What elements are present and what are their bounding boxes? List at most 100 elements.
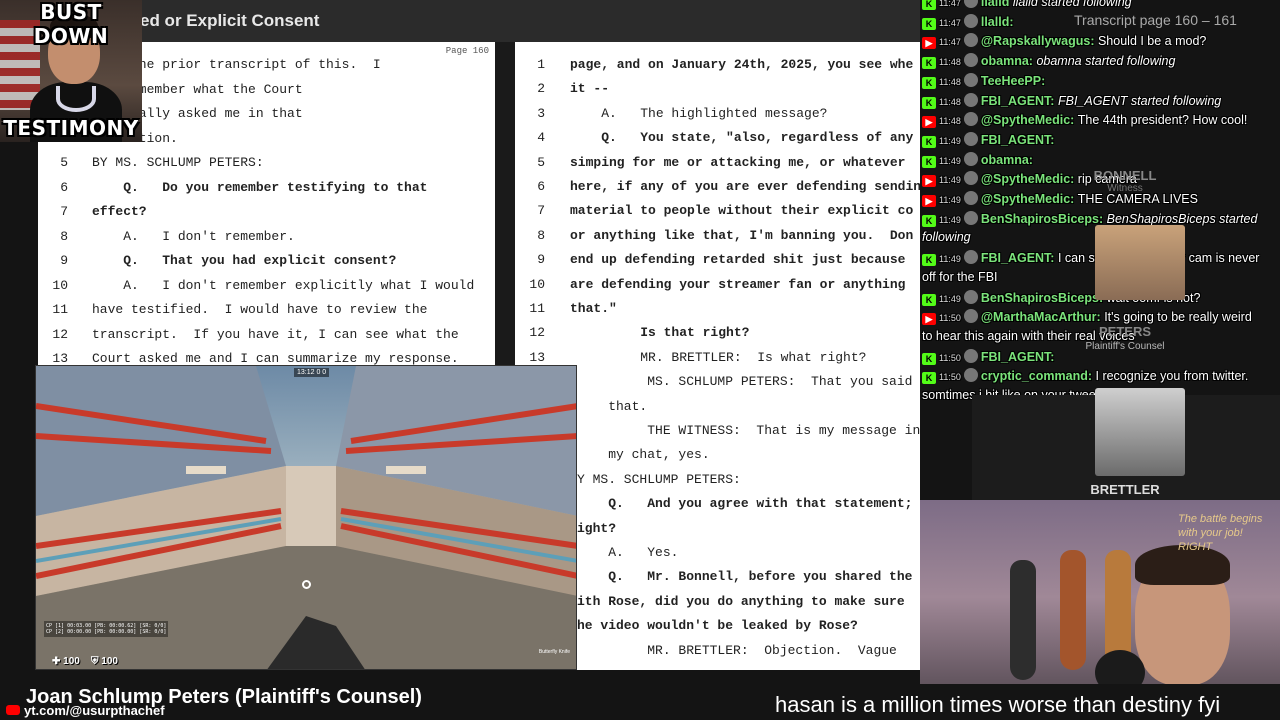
chat-timestamp: 11:48 [939, 57, 961, 68]
chat-username[interactable]: @MarthaMacArthur: [981, 310, 1101, 324]
line-text: or anything like that, I'm banning you. … [570, 227, 914, 243]
line-text: simping for me or attacking me, or whate… [570, 154, 906, 170]
avatar [963, 151, 978, 166]
bonnell-tile-sub: Witness [1107, 183, 1143, 194]
line-text: A. The highlighted message? [570, 105, 828, 121]
chat-timestamp: 11:47 [939, 17, 961, 28]
chat-message-body: I recognize you from twitter. [1095, 369, 1249, 384]
avatar [963, 348, 978, 363]
chat-timestamp: 11:48 [939, 116, 961, 127]
chat-message-continuation: following [922, 230, 971, 244]
chat-username[interactable]: obamna: [981, 54, 1033, 68]
line-number: 10 [52, 277, 68, 293]
line-text: material to people without their explici… [570, 203, 914, 219]
chat-message-body: It's going to be really weird [1104, 310, 1252, 325]
line-number: 7 [60, 204, 68, 219]
webcam-poster-text: The battle begins with your job! RIGHT [1178, 513, 1263, 553]
kick-icon: K [922, 352, 936, 365]
avatar [963, 210, 978, 225]
kick-icon: K [922, 135, 936, 148]
kick-icon: K [922, 57, 936, 70]
hud-checkpoint-stats: CP [1] 00:03.00 [PB: 00:00.62] [SR: 0/0]… [44, 621, 169, 637]
chat-message: K 11:47 llalld llalld started following [922, 0, 1132, 10]
chat-message-body: following [922, 230, 971, 245]
line-number: 5 [537, 154, 545, 170]
line-text: Is that right? [570, 325, 750, 341]
line-text: are defending your streamer fan or anyth… [570, 276, 906, 292]
line-text: my chat, yes. [577, 447, 710, 463]
line-number: 11 [52, 302, 68, 317]
armor-icon: ⛨ [90, 656, 99, 667]
chat-timestamp: 11:50 [939, 352, 961, 363]
line-text: have testified. I would have to review t… [92, 302, 428, 317]
avatar [963, 289, 978, 304]
chain-graphic [56, 86, 96, 112]
ticker-message: hasan is a million times worse than dest… [775, 692, 1221, 717]
chat-username[interactable]: @SpytheMedic: [981, 192, 1074, 206]
chat-username[interactable]: llalld: [981, 15, 1014, 29]
chat-message: K 11:49 obamna: [922, 151, 1033, 168]
crosshair-icon [302, 580, 311, 589]
chat-username[interactable]: @Rapskallywagus: [981, 34, 1095, 48]
avatar [963, 250, 978, 265]
line-text: Court asked me and I can summarize my re… [92, 351, 459, 366]
chat-message: K 11:48 TeeHeePP: [922, 72, 1045, 89]
chat-timestamp: 11:49 [939, 254, 961, 265]
chat-username[interactable]: TeeHeePP: [981, 74, 1045, 88]
chat-username[interactable]: FBI_AGENT: [981, 350, 1055, 364]
game-overlay: 13:12 0 0 CP [1] 00:03.00 [PB: 00:00.62]… [35, 365, 577, 670]
chat-username[interactable]: llalld [981, 0, 1009, 9]
youtube-handle[interactable]: yt.com/@usurpthachef [6, 703, 165, 718]
chat-username[interactable]: BenShapirosBiceps: [981, 212, 1103, 226]
kick-icon: K [922, 254, 936, 267]
line-number: 12 [529, 325, 545, 341]
youtube-icon: ▶ [922, 313, 936, 326]
chat-timestamp: 11:47 [939, 37, 961, 48]
avatar [963, 53, 978, 68]
line-number: 2 [537, 81, 545, 97]
guitar-graphic [1010, 560, 1036, 680]
chat-message: K 11:47 llalld: [922, 13, 1014, 30]
line-text: BY MS. SCHLUMP PETERS: [92, 155, 264, 170]
chat-timestamp: 11:50 [939, 313, 961, 324]
chat-timestamp: 11:47 [939, 0, 961, 8]
chat-username[interactable]: FBI_AGENT: [981, 251, 1055, 265]
chat-username[interactable]: cryptic_command: [981, 369, 1092, 383]
chat-message: K 11:50 cryptic_command: I recognize you f… [922, 368, 1249, 385]
chat-timestamp: 11:50 [939, 372, 961, 383]
line-text: Y MS. SCHLUMP PETERS: [577, 471, 741, 487]
chat-message: K 11:48 obamna: obamna started following [922, 53, 1175, 70]
line-text: that." [570, 301, 617, 316]
line-number: 4 [537, 130, 545, 146]
chat-username[interactable]: @SpytheMedic: [981, 113, 1074, 127]
chat-username[interactable]: BenShapirosBiceps: [981, 291, 1103, 305]
chat-message: K 11:49 FBI_AGENT: [922, 131, 1055, 148]
line-text: transcript. If you have it, I can see wh… [92, 326, 459, 342]
chat-username[interactable]: FBI_AGENT: [981, 133, 1055, 147]
brettler-tile-label: BRETTLER [1090, 482, 1160, 497]
line-number: 12 [52, 326, 68, 342]
streamer-thumbnail: BUST DOWN TESTIMONY [0, 0, 142, 142]
chat-message-continuation: off for the FBI [922, 270, 998, 284]
chat-timestamp: 11:49 [939, 175, 961, 186]
line-number: 8 [60, 228, 68, 244]
line-text: it -- [570, 81, 610, 97]
line-text: he video wouldn't be leaked by Rose? [577, 618, 858, 634]
line-number: 7 [537, 203, 545, 219]
line-text: MR. BRETTLER: Objection. Vague [577, 642, 897, 658]
kick-icon: K [922, 155, 936, 168]
chat-username[interactable]: obamna: [981, 153, 1033, 167]
peters-tile-label: PETERS [1098, 324, 1151, 339]
chat-username[interactable]: FBI_AGENT: [981, 94, 1055, 108]
chat-message-body: Should I be a mod? [1097, 34, 1207, 49]
bonnell-tile-label: BONNELL [1093, 168, 1157, 183]
chat-message: ▶ 11:47 @Rapskallywagus: Should I be a mod… [922, 33, 1207, 50]
avatar [963, 131, 978, 146]
chat-timestamp: 11:48 [939, 76, 961, 87]
hud-round-timer: 13:12 0 0 [294, 368, 330, 377]
chat-message-body: off for the FBI [922, 269, 998, 284]
line-text: Q. Mr. Bonnell, before you shared the [577, 569, 913, 585]
line-number: 5 [60, 155, 68, 170]
line-text: ith Rose, did you do anything to make su… [577, 593, 905, 609]
line-text: Q. And you agree with that statement; [577, 496, 913, 512]
